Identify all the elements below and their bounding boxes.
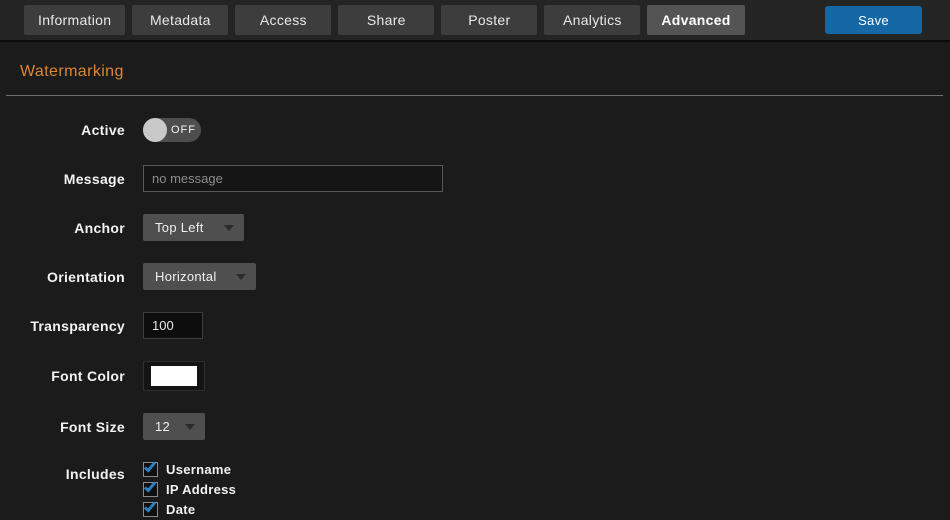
active-label: Active	[0, 122, 125, 138]
check-icon	[144, 479, 156, 492]
tab-access[interactable]: Access	[235, 5, 331, 35]
transparency-input[interactable]	[143, 312, 203, 339]
orientation-label: Orientation	[0, 269, 125, 285]
anchor-dropdown-value: Top Left	[155, 220, 204, 235]
tab-poster[interactable]: Poster	[441, 5, 537, 35]
row-anchor: Anchor Top Left	[0, 214, 950, 241]
save-button[interactable]: Save	[825, 6, 922, 34]
date-checkbox[interactable]	[143, 502, 158, 517]
row-transparency: Transparency	[0, 312, 950, 339]
includes-checkbox-list: Username IP Address Date	[143, 462, 236, 517]
checkbox-ip-address[interactable]: IP Address	[143, 482, 236, 497]
username-checkbox[interactable]	[143, 462, 158, 477]
row-message: Message	[0, 165, 950, 192]
orientation-dropdown[interactable]: Horizontal	[143, 263, 256, 290]
check-icon	[144, 499, 156, 512]
checkbox-date[interactable]: Date	[143, 502, 236, 517]
date-checkbox-label: Date	[166, 502, 195, 517]
row-font-color: Font Color	[0, 361, 950, 391]
row-includes: Includes Username IP Address Date	[0, 462, 950, 517]
chevron-down-icon	[185, 424, 195, 430]
username-checkbox-label: Username	[166, 462, 231, 477]
ip-address-checkbox-label: IP Address	[166, 482, 236, 497]
transparency-label: Transparency	[0, 318, 125, 334]
anchor-label: Anchor	[0, 220, 125, 236]
tab-metadata[interactable]: Metadata	[132, 5, 228, 35]
watermarking-form: Active OFF Message Anchor Top Left Orien…	[0, 96, 950, 517]
font-color-label: Font Color	[0, 368, 125, 384]
row-active: Active OFF	[0, 116, 950, 143]
message-input[interactable]	[143, 165, 443, 192]
toggle-knob	[143, 118, 167, 142]
includes-label: Includes	[0, 462, 125, 482]
tab-advanced[interactable]: Advanced	[647, 5, 744, 35]
chevron-down-icon	[236, 274, 246, 280]
tab-strip: Information Metadata Access Share Poster…	[24, 5, 825, 35]
tab-share[interactable]: Share	[338, 5, 434, 35]
orientation-dropdown-value: Horizontal	[155, 269, 217, 284]
tab-information[interactable]: Information	[24, 5, 125, 35]
page-title: Watermarking	[20, 63, 950, 81]
ip-address-checkbox[interactable]	[143, 482, 158, 497]
message-label: Message	[0, 171, 125, 187]
top-tab-bar: Information Metadata Access Share Poster…	[0, 0, 950, 42]
font-size-label: Font Size	[0, 419, 125, 435]
active-toggle[interactable]: OFF	[143, 118, 201, 142]
check-icon	[144, 459, 156, 472]
toggle-state-text: OFF	[171, 124, 196, 136]
chevron-down-icon	[224, 225, 234, 231]
font-color-preview	[151, 366, 197, 386]
font-size-dropdown[interactable]: 12	[143, 413, 205, 440]
font-size-dropdown-value: 12	[155, 419, 170, 434]
row-orientation: Orientation Horizontal	[0, 263, 950, 290]
font-color-picker[interactable]	[143, 361, 205, 391]
anchor-dropdown[interactable]: Top Left	[143, 214, 244, 241]
checkbox-username[interactable]: Username	[143, 462, 236, 477]
tab-analytics[interactable]: Analytics	[544, 5, 640, 35]
row-font-size: Font Size 12	[0, 413, 950, 440]
